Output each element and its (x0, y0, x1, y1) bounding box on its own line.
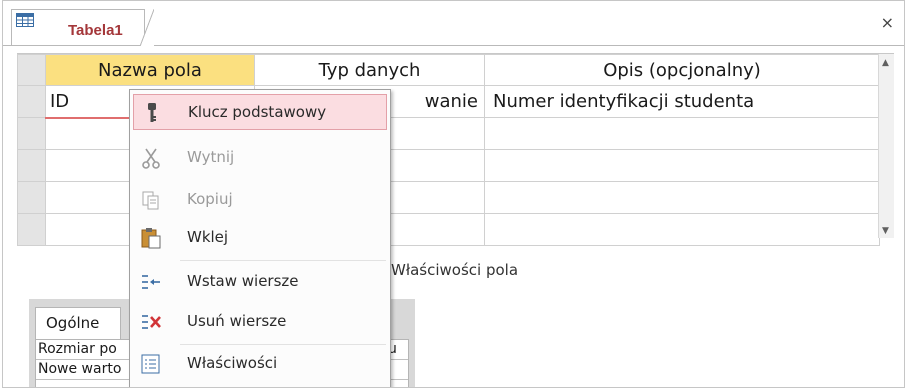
close-icon[interactable]: × (881, 15, 894, 31)
context-menu: Klucz podstawowy Wytnij Kopiuj Wklej Wst… (129, 89, 391, 387)
copy-icon (142, 191, 159, 210)
field-properties-label: Właściwości pola (391, 261, 519, 279)
menu-item-label: Usuń wiersze (187, 312, 287, 330)
menu-item-delete-rows[interactable]: Usuń wiersze (133, 304, 387, 340)
menu-item-primary-key[interactable]: Klucz podstawowy (133, 94, 387, 130)
menu-separator (180, 344, 386, 345)
description-cell[interactable] (484, 213, 880, 246)
row-selector[interactable] (17, 181, 46, 214)
document-tab-title: Tabela1 (68, 22, 123, 39)
column-header-field-name[interactable]: Nazwa pola (45, 54, 255, 86)
select-all-corner[interactable] (17, 54, 46, 86)
property-key: Rozmiar po (38, 341, 117, 357)
menu-item-copy[interactable]: Kopiuj (133, 182, 387, 218)
menu-item-label: Kopiuj (187, 190, 233, 208)
tab-general-label: Ogólne (46, 314, 100, 332)
paste-icon (141, 228, 161, 249)
key-icon (148, 103, 156, 122)
description-cell[interactable] (484, 117, 880, 150)
menu-item-paste[interactable]: Wklej (133, 220, 387, 256)
table-design-window: Tabela1 × Nazwa pola Typ danych Opis (op… (2, 0, 905, 388)
property-key: Nowe warto (38, 361, 122, 377)
menu-separator (180, 260, 386, 261)
description-cell[interactable]: Numer identyfikacji studenta (484, 85, 880, 118)
menu-item-label: Właściwości (187, 354, 278, 372)
menu-item-label: Wklej (187, 228, 229, 246)
document-tab[interactable]: Tabela1 (11, 9, 154, 46)
menu-item-label: Wstaw wiersze (187, 272, 299, 290)
grid-header-row: Nazwa pola Typ danych Opis (opcjonalny) (17, 54, 880, 86)
delete-rows-icon (142, 315, 161, 329)
row-selector[interactable] (17, 85, 46, 118)
table-icon (16, 13, 34, 27)
menu-item-cut[interactable]: Wytnij (133, 140, 387, 176)
description-cell[interactable] (484, 181, 880, 214)
scroll-down-arrow-icon[interactable]: ▼ (882, 226, 889, 236)
row-selector[interactable] (17, 213, 46, 246)
row-selector[interactable] (17, 117, 46, 150)
menu-item-properties[interactable]: Właściwości (133, 346, 387, 382)
insert-rows-icon (142, 275, 160, 289)
scissors-icon (142, 148, 160, 169)
properties-icon (141, 354, 160, 374)
description-cell[interactable] (484, 149, 880, 182)
column-header-data-type[interactable]: Typ danych (254, 54, 485, 86)
column-header-description[interactable]: Opis (opcjonalny) (484, 54, 880, 86)
row-selector[interactable] (17, 149, 46, 182)
vertical-scrollbar[interactable]: ▲ ▼ (878, 54, 894, 238)
document-tab-strip: Tabela1 × (3, 1, 904, 46)
menu-item-label: Wytnij (187, 148, 235, 166)
scroll-up-arrow-icon[interactable]: ▲ (882, 58, 889, 68)
tab-general[interactable]: Ogólne (35, 307, 121, 339)
menu-item-label: Klucz podstawowy (188, 103, 327, 121)
menu-item-insert-rows[interactable]: Wstaw wiersze (133, 264, 387, 300)
